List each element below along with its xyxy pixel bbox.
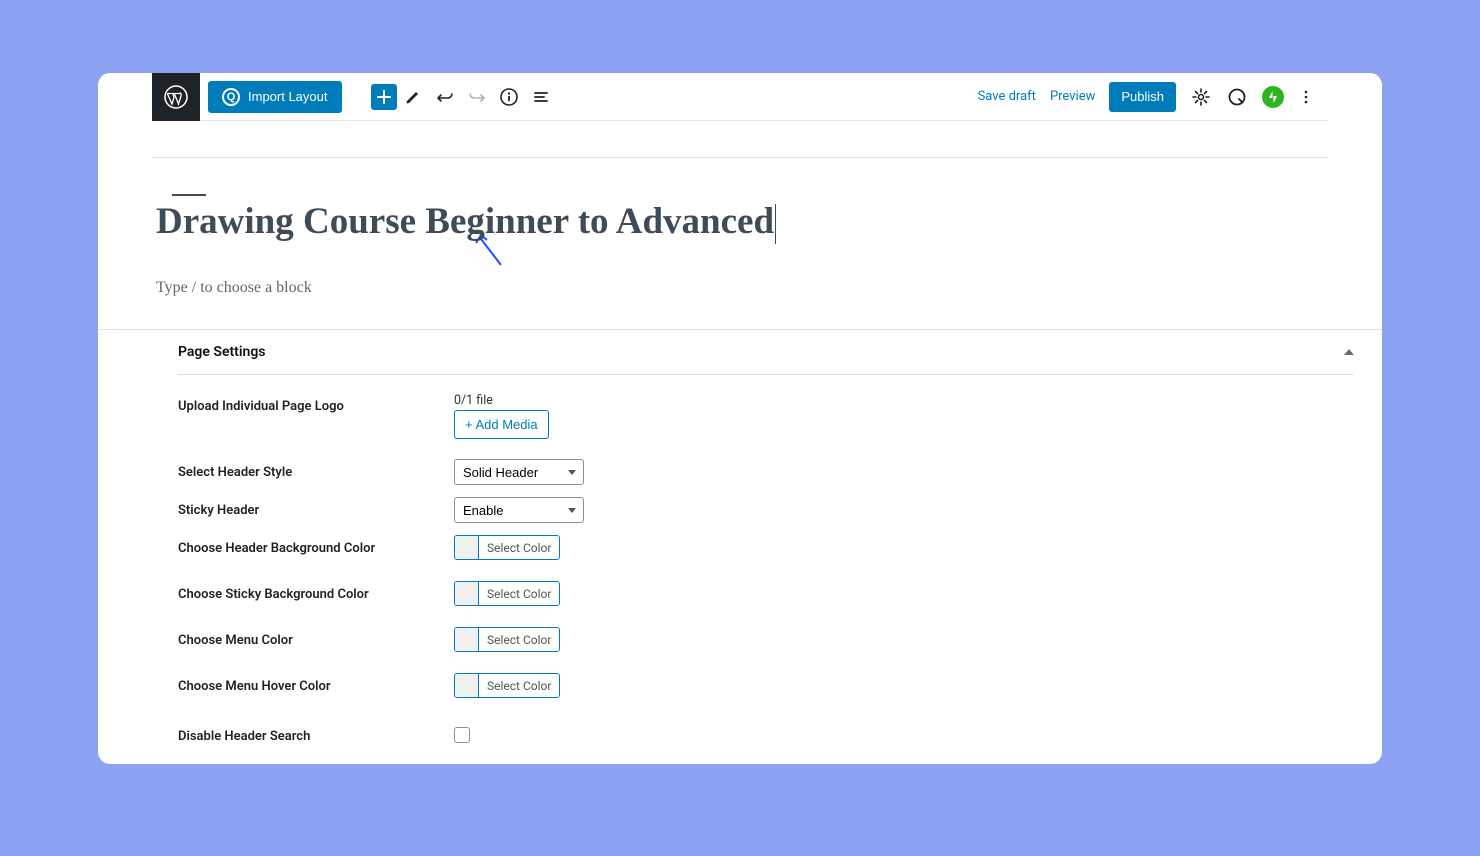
- info-icon: [499, 87, 519, 107]
- label-disable-search: Disable Header Search: [178, 723, 454, 744]
- collapse-caret-icon: [1344, 349, 1354, 355]
- editor-window: Q Import Layout Save draft: [98, 73, 1382, 764]
- more-icon: [1298, 87, 1314, 107]
- file-hint: 0/1 file: [454, 393, 549, 408]
- save-draft-button[interactable]: Save draft: [978, 89, 1036, 104]
- color-picker-sticky-bg[interactable]: Select Color: [454, 581, 560, 606]
- publish-button[interactable]: Publish: [1109, 82, 1176, 112]
- q-icon: Q: [222, 88, 240, 106]
- row-menu-hover: Choose Menu Hover Color Select Color: [178, 661, 1354, 707]
- row-upload-logo: Upload Individual Page Logo 0/1 file + A…: [178, 387, 1354, 445]
- label-header-style: Select Header Style: [178, 459, 454, 480]
- title-overline: [172, 194, 206, 196]
- block-placeholder[interactable]: Type / to choose a block: [156, 253, 1324, 329]
- redo-icon: [467, 87, 487, 107]
- page-settings-section: Page Settings Upload Individual Page Log…: [98, 330, 1382, 750]
- row-header-bg: Choose Header Background Color Select Co…: [178, 529, 1354, 569]
- select-sticky-header[interactable]: Enable: [454, 497, 584, 523]
- editor-toolbar: Q Import Layout Save draft: [152, 73, 1328, 121]
- select-header-style[interactable]: Solid Header: [454, 459, 584, 485]
- color-label: Select Color: [479, 536, 559, 559]
- settings-grid: Upload Individual Page Logo 0/1 file + A…: [178, 375, 1354, 750]
- color-label: Select Color: [479, 628, 559, 651]
- wordpress-icon: [164, 85, 188, 109]
- page-settings-title: Page Settings: [178, 344, 266, 360]
- toolbar-right: Save draft Preview Publish: [978, 81, 1314, 113]
- plus-icon: [375, 88, 393, 106]
- details-button[interactable]: [493, 81, 525, 113]
- color-swatch: [455, 628, 479, 651]
- undo-button[interactable]: [429, 81, 461, 113]
- color-label: Select Color: [479, 582, 559, 605]
- color-swatch: [455, 674, 479, 697]
- page-settings-header[interactable]: Page Settings: [178, 330, 1354, 375]
- add-block-button[interactable]: [371, 84, 397, 110]
- preview-button[interactable]: Preview: [1050, 89, 1095, 104]
- content-area: Drawing Course Beginner to Advanced Type…: [98, 158, 1382, 330]
- add-media-button[interactable]: + Add Media: [454, 410, 549, 439]
- color-picker-header-bg[interactable]: Select Color: [454, 535, 560, 560]
- label-sticky-bg: Choose Sticky Background Color: [178, 581, 454, 602]
- label-sticky-header: Sticky Header: [178, 497, 454, 518]
- page-title[interactable]: Drawing Course Beginner to Advanced: [156, 200, 774, 253]
- jetpack-button[interactable]: [1262, 86, 1284, 108]
- jetpack-icon: [1266, 90, 1280, 104]
- row-disable-search: Disable Header Search: [178, 707, 1354, 750]
- label-menu-hover: Choose Menu Hover Color: [178, 673, 454, 694]
- text-cursor: [775, 204, 776, 244]
- gear-icon: [1191, 87, 1211, 107]
- row-sticky-header: Sticky Header Enable: [178, 491, 1354, 529]
- toolbar-left: [368, 81, 557, 113]
- color-label: Select Color: [479, 674, 559, 697]
- q-circle-icon: [1227, 87, 1247, 107]
- color-picker-menu-color[interactable]: Select Color: [454, 627, 560, 652]
- checkbox-disable-search[interactable]: [454, 727, 470, 743]
- wordpress-logo[interactable]: [152, 73, 200, 121]
- import-layout-button[interactable]: Q Import Layout: [208, 81, 342, 113]
- pencil-icon: [403, 87, 423, 107]
- outline-button[interactable]: [525, 81, 557, 113]
- label-upload-logo: Upload Individual Page Logo: [178, 393, 454, 414]
- undo-icon: [435, 87, 455, 107]
- row-header-style: Select Header Style Solid Header: [178, 445, 1354, 491]
- row-menu-color: Choose Menu Color Select Color: [178, 615, 1354, 661]
- edit-mode-button[interactable]: [397, 81, 429, 113]
- redo-button[interactable]: [461, 81, 493, 113]
- color-swatch: [455, 582, 479, 605]
- color-picker-menu-hover[interactable]: Select Color: [454, 673, 560, 698]
- import-layout-label: Import Layout: [248, 89, 328, 104]
- page-title-text: Drawing Course Beginner to Advanced: [156, 201, 774, 242]
- q-settings-button[interactable]: [1226, 81, 1248, 113]
- label-menu-color: Choose Menu Color: [178, 627, 454, 648]
- color-swatch: [455, 536, 479, 559]
- label-header-bg: Choose Header Background Color: [178, 535, 454, 556]
- list-icon: [531, 87, 551, 107]
- row-sticky-bg: Choose Sticky Background Color Select Co…: [178, 569, 1354, 615]
- settings-button[interactable]: [1190, 81, 1212, 113]
- more-menu-button[interactable]: [1298, 81, 1314, 113]
